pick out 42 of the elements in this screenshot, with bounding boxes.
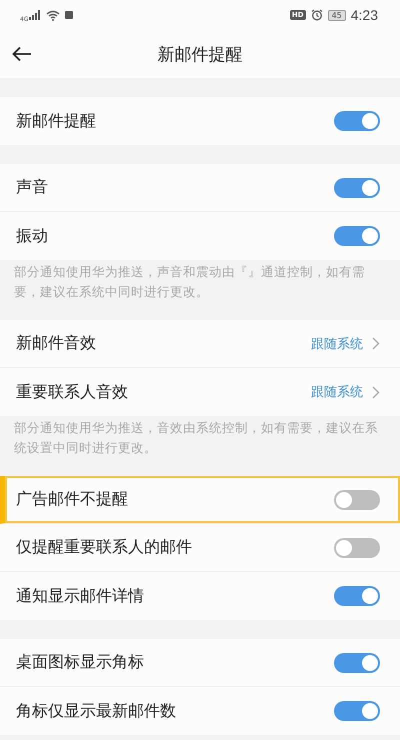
setting-row[interactable]: 广告邮件不提醒 bbox=[0, 476, 400, 524]
setting-row[interactable]: 新邮件音效 跟随系统 bbox=[0, 320, 400, 368]
alarm-icon bbox=[310, 9, 323, 21]
setting-label: 仅提醒重要联系人的邮件 bbox=[16, 537, 193, 558]
toggle-switch[interactable] bbox=[334, 701, 380, 721]
battery-icon: 45 bbox=[328, 10, 346, 20]
toggle-switch[interactable] bbox=[334, 111, 380, 131]
hint-text: 部分通知使用华为推送，声音和震动由『』通道控制，如有需要，建议在系统中同时进行更改。 bbox=[13, 263, 366, 301]
setting-label: 角标仅显示最新邮件数 bbox=[16, 700, 177, 722]
setting-row[interactable]: 振动 bbox=[0, 212, 400, 260]
setting-row[interactable]: 新邮件提醒 bbox=[0, 97, 400, 145]
setting-row[interactable]: 通知显示邮件详情 bbox=[0, 572, 400, 620]
toggle-switch[interactable] bbox=[334, 178, 380, 198]
notification-icon bbox=[65, 11, 74, 19]
setting-label: 新邮件音效 bbox=[16, 333, 97, 354]
setting-value: 跟随系统 bbox=[311, 384, 363, 401]
clock-time: 4:23 bbox=[350, 7, 378, 23]
setting-label: 桌面图标显示角标 bbox=[16, 652, 145, 673]
setting-label: 重要联系人音效 bbox=[16, 382, 129, 402]
toggle-switch[interactable] bbox=[334, 538, 380, 558]
setting-label: 振动 bbox=[16, 226, 49, 246]
chevron-right-icon bbox=[372, 386, 380, 398]
setting-value: 跟随系统 bbox=[311, 336, 363, 352]
setting-label: 通知显示邮件详情 bbox=[16, 586, 145, 606]
page-title: 新邮件提醒 bbox=[158, 44, 242, 66]
toggle-switch[interactable] bbox=[334, 652, 380, 672]
setting-label: 广告邮件不提醒 bbox=[16, 489, 129, 510]
setting-label: 新邮件提醒 bbox=[16, 110, 97, 132]
chevron-right-icon bbox=[372, 337, 380, 350]
toggle-switch[interactable] bbox=[334, 490, 380, 510]
setting-label: 声音 bbox=[16, 177, 49, 198]
setting-row[interactable]: 声音 bbox=[0, 164, 400, 212]
toggle-switch[interactable] bbox=[334, 226, 380, 246]
setting-row[interactable]: 角标仅显示最新邮件数 bbox=[0, 687, 400, 735]
hint-text: 部分通知使用华为推送，音效由系统控制，如有需要，建议在系统设置中同时进行更改。 bbox=[13, 419, 379, 457]
wifi-icon bbox=[46, 10, 60, 20]
back-arrow-icon[interactable] bbox=[12, 46, 32, 62]
toggle-switch[interactable] bbox=[334, 586, 380, 606]
setting-row[interactable]: 仅提醒重要联系人的邮件 bbox=[0, 524, 400, 572]
signal-icon bbox=[29, 10, 42, 20]
setting-row[interactable]: 重要联系人音效 跟随系统 bbox=[0, 368, 400, 416]
setting-row[interactable]: 桌面图标显示角标 bbox=[0, 639, 400, 687]
